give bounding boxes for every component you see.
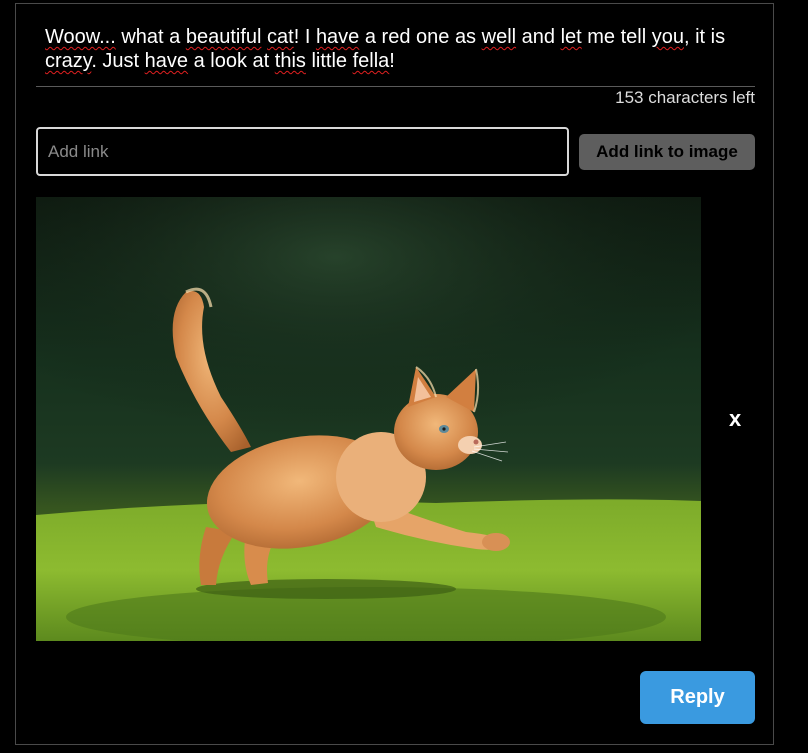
add-link-to-image-button[interactable]: Add link to image (579, 134, 755, 170)
comment-text-segment: a look at (188, 50, 275, 72)
comment-textarea[interactable]: Woow... what a beautiful cat! I have a r… (45, 25, 765, 73)
misspelled-word: have (144, 50, 189, 72)
divider (36, 86, 755, 87)
comment-text-segment: ! (389, 50, 395, 72)
comment-text-segment: ! I (293, 26, 316, 48)
misspelled-word: Woow... (45, 26, 116, 48)
comment-text-segment: . Just (91, 50, 145, 72)
misspelled-word: well (481, 26, 517, 48)
comment-text-segment: me tell (581, 26, 652, 48)
misspelled-word: cat (267, 26, 294, 48)
reply-button[interactable]: Reply (640, 671, 755, 724)
comment-text-segment: what a (115, 26, 186, 48)
comment-text-segment: little (305, 50, 353, 72)
characters-left-counter: 153 characters left (615, 88, 755, 107)
misspelled-word: you (651, 26, 684, 48)
add-link-input[interactable] (36, 127, 569, 176)
misspelled-word: this (274, 50, 306, 72)
attached-image (36, 197, 701, 641)
misspelled-word: beautiful (185, 26, 262, 48)
misspelled-word: fella (352, 50, 390, 72)
remove-image-button[interactable]: x (729, 406, 741, 432)
misspelled-word: crazy (45, 50, 92, 72)
comment-text-segment: , it is (683, 26, 726, 48)
comment-text-segment: and (516, 26, 561, 48)
misspelled-word: let (560, 26, 582, 48)
misspelled-word: have (315, 26, 360, 48)
comment-text-segment: a red one as (359, 26, 482, 48)
